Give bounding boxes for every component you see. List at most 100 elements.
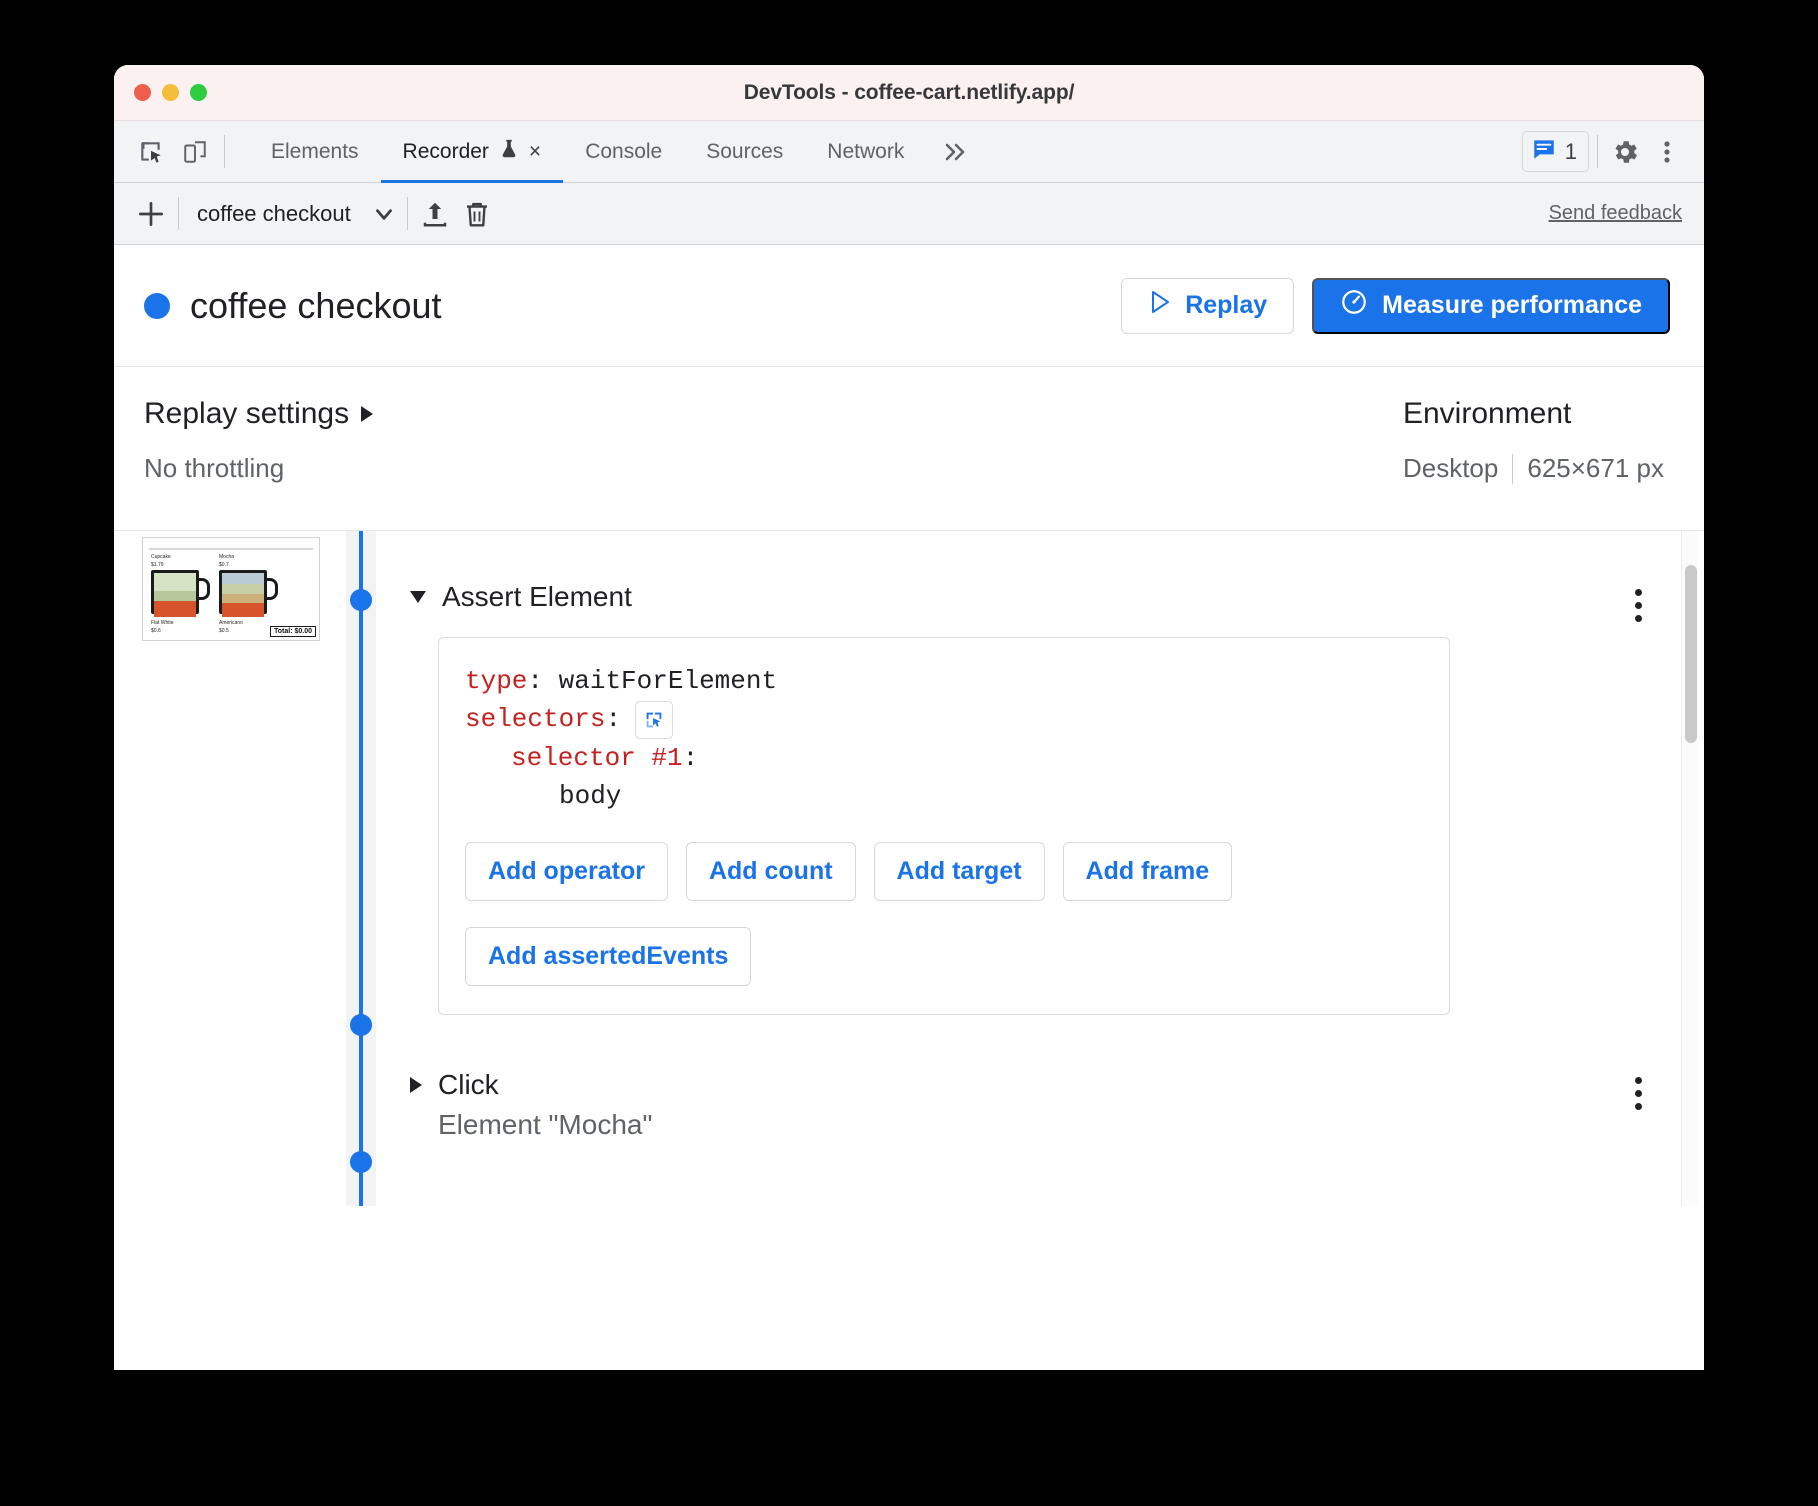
tab-network[interactable]: Network	[805, 121, 926, 182]
code-key-selectors: selectors	[465, 700, 605, 738]
measure-performance-label: Measure performance	[1382, 291, 1642, 320]
window-titlebar: DevTools - coffee-cart.netlify.app/	[114, 65, 1704, 121]
code-key-type: type	[465, 662, 527, 700]
inspect-element-icon[interactable]	[132, 133, 170, 171]
chevron-down-icon[interactable]	[369, 199, 399, 229]
screenshot-stage: DevTools - coffee-cart.netlify.app/	[0, 0, 1818, 1506]
timeline-node-scroll[interactable]	[350, 1151, 372, 1173]
message-icon	[1531, 136, 1557, 167]
tab-elements-label: Elements	[271, 140, 359, 164]
tab-elements[interactable]: Elements	[249, 121, 381, 182]
plus-icon[interactable]	[132, 195, 170, 233]
chevron-double-right-icon[interactable]	[926, 121, 986, 182]
window-title: DevTools - coffee-cart.netlify.app/	[114, 81, 1704, 105]
tab-console-label: Console	[585, 140, 662, 164]
thumbnail-item-title-2: Mocha	[219, 554, 234, 560]
recording-title: coffee checkout	[190, 285, 442, 327]
step-timeline-rail	[346, 531, 376, 1206]
code-line-selector-1-value: body	[465, 777, 1423, 815]
tab-network-label: Network	[827, 140, 904, 164]
recorder-toolbar-divider-1	[178, 197, 179, 230]
thumbnail-item-price-2: $0.7	[219, 562, 229, 568]
step-click-subtitle: Element "Mocha"	[438, 1109, 1684, 1141]
step-assert-element-menu-icon[interactable]	[1635, 589, 1642, 622]
send-feedback-link[interactable]: Send feedback	[1549, 202, 1686, 225]
tab-recorder[interactable]: Recorder ×	[381, 121, 564, 182]
step-assert-element-header[interactable]: Assert Element	[410, 581, 1684, 613]
device-toolbar-icon[interactable]	[176, 133, 214, 171]
recording-actions: Replay Measure performance	[1121, 278, 1670, 334]
replay-button[interactable]: Replay	[1121, 278, 1294, 334]
throttling-value-wrap: No throttling	[144, 453, 1403, 484]
thumbnail-footer-price-2: $0.5	[219, 628, 229, 634]
add-count-button[interactable]: Add count	[686, 842, 856, 901]
messages-count: 1	[1565, 139, 1577, 165]
environment-label: Environment	[1403, 397, 1664, 431]
environment-viewport: 625×671 px	[1527, 453, 1664, 484]
recording-title-wrap: coffee checkout	[144, 285, 442, 327]
code-value-type: waitForElement	[559, 662, 777, 700]
recording-header: coffee checkout Replay	[114, 245, 1704, 367]
replay-button-label: Replay	[1185, 291, 1267, 320]
timeline-node-click[interactable]	[350, 1014, 372, 1036]
triangle-down-icon[interactable]	[410, 591, 426, 603]
code-line-selectors: selectors:	[465, 700, 1423, 738]
triangle-right-icon	[361, 406, 373, 422]
trash-icon[interactable]	[458, 195, 496, 233]
triangle-right-icon[interactable]	[410, 1077, 422, 1093]
add-frame-button[interactable]: Add frame	[1063, 842, 1233, 901]
step-click-header[interactable]: Click	[410, 1069, 1684, 1101]
recording-selector-label[interactable]: coffee checkout	[187, 201, 365, 227]
add-operator-button[interactable]: Add operator	[465, 842, 668, 901]
messages-button[interactable]: 1	[1522, 131, 1589, 172]
scrollbar-thumb[interactable]	[1685, 565, 1697, 743]
export-upload-icon[interactable]	[416, 195, 454, 233]
step-assert-element-title: Assert Element	[442, 581, 632, 613]
environment-values: Desktop 625×671 px	[1403, 453, 1664, 484]
recorder-toolbar: coffee checkout Send feedback	[114, 183, 1704, 245]
throttling-value: No throttling	[144, 453, 284, 484]
step-click: Click Element "Mocha"	[410, 1069, 1684, 1141]
thumbnail-total-badge: Total: $0.00	[270, 626, 316, 637]
devtools-tabbar: Elements Recorder × Console Sources	[114, 121, 1704, 183]
thumbnail-footer-title-1: Flat White	[151, 620, 174, 626]
add-buttons-row-1: Add operator Add count Add target Add fr…	[465, 842, 1423, 901]
step-click-menu-icon[interactable]	[1635, 1077, 1642, 1110]
recording-status-dot	[144, 293, 170, 319]
timeline-line	[359, 531, 363, 1206]
step-list: Cupcake $1.79 Mocha $0.7	[114, 531, 1704, 1206]
performance-gauge-icon	[1340, 288, 1368, 323]
thumbnail-cup-handle-1	[198, 578, 210, 600]
kebab-menu-icon[interactable]	[1648, 133, 1686, 171]
thumbnail-footer-price-1: $0.6	[151, 628, 161, 634]
environment-divider	[1512, 454, 1513, 484]
timeline-node-assert-element[interactable]	[350, 589, 372, 611]
thumbnail-cup-1	[151, 570, 199, 614]
tabbar-divider	[224, 135, 225, 168]
add-target-button[interactable]: Add target	[874, 842, 1045, 901]
step-click-title: Click	[438, 1069, 499, 1101]
select-element-icon[interactable]	[635, 701, 673, 739]
close-icon[interactable]: ×	[529, 141, 541, 162]
tab-recorder-label: Recorder	[403, 140, 489, 164]
thumbnail-item-price-1: $1.79	[151, 562, 164, 568]
tab-console[interactable]: Console	[563, 121, 684, 182]
add-buttons-row-2: Add assertedEvents	[465, 927, 1423, 986]
code-line-selector-1: selector #1:	[465, 739, 1423, 777]
environment-section: Environment Desktop 625×671 px	[1403, 397, 1664, 530]
step-screenshot-thumbnail[interactable]: Cupcake $1.79 Mocha $0.7	[142, 537, 320, 641]
code-line-type: type: waitForElement	[465, 662, 1423, 700]
thumbnail-cup-2	[219, 570, 267, 614]
thumbnail-cup-handle-2	[266, 578, 278, 600]
recorder-toolbar-divider-2	[407, 197, 408, 230]
thumbnail-footer-title-2: Americano	[219, 620, 243, 626]
measure-performance-button[interactable]: Measure performance	[1312, 278, 1670, 334]
step-assert-element-details: type: waitForElement selectors:	[438, 637, 1450, 1015]
code-key-selector-1: selector #1	[511, 739, 683, 777]
thumbnail-column: Cupcake $1.79 Mocha $0.7	[114, 531, 346, 1206]
step-list-scrollbar[interactable]	[1681, 531, 1698, 1206]
gear-icon[interactable]	[1606, 133, 1644, 171]
add-asserted-events-button[interactable]: Add assertedEvents	[465, 927, 751, 986]
replay-settings-toggle[interactable]: Replay settings	[144, 397, 1403, 431]
tab-sources[interactable]: Sources	[684, 121, 805, 182]
